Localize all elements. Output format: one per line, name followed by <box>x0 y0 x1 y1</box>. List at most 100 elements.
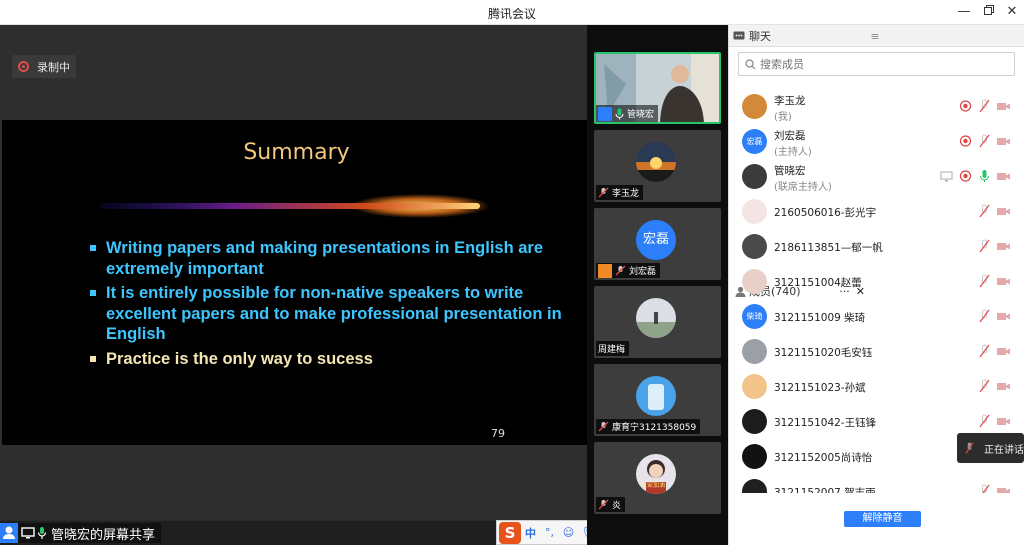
mic-icon <box>37 527 47 539</box>
member-status-icons <box>973 484 1011 493</box>
avatar <box>742 199 767 224</box>
user-icon <box>598 263 612 278</box>
avatar: 宏磊 <box>636 220 676 260</box>
camera-off-icon <box>997 208 1010 215</box>
sogou-logo-icon[interactable]: S <box>499 521 521 544</box>
avatar <box>742 479 767 493</box>
member-row[interactable]: 3121152007 贺志雨 <box>729 474 1024 493</box>
recording-status-icon <box>959 135 972 147</box>
member-name: 刘宏磊 <box>774 130 806 142</box>
member-role: (我) <box>774 112 792 123</box>
tile-name: 管晓宏 <box>627 110 655 120</box>
member-row[interactable]: 3121151023-孙斌 <box>729 369 1024 404</box>
mic-muted-icon <box>598 499 609 510</box>
unmute-button[interactable]: 解除静音 <box>844 511 921 527</box>
video-tile[interactable]: 康育宁3121358059 <box>594 364 721 436</box>
video-tile[interactable]: 管晓宏 <box>594 52 721 124</box>
avatar <box>742 409 767 434</box>
member-status-icons <box>954 134 1011 148</box>
comet-decoration <box>100 194 490 218</box>
member-row[interactable]: 宏磊 刘宏磊 (主持人) <box>729 124 1024 159</box>
speaking-toast: 正在讲话 <box>957 433 1024 463</box>
panel-menu-icon[interactable]: ≡ <box>865 25 885 47</box>
bullet-square-icon <box>90 290 96 296</box>
emoji-icon[interactable]: ☺ <box>559 526 578 539</box>
tile-name-label: 康育宁3121358059 <box>596 419 701 434</box>
tile-name-label: 李玉龙 <box>596 185 644 200</box>
camera-off-icon <box>997 348 1010 355</box>
member-row[interactable]: 柴琦 3121151009 柴琦 <box>729 299 1024 334</box>
panel-tabs: 聊天 成员(740) ··· ✕ ≡ <box>729 25 1024 493</box>
mic-muted-icon <box>615 265 626 276</box>
member-name: 3121151023-孙斌 <box>774 382 866 394</box>
avatar: 五安加油 <box>636 454 676 494</box>
minimize-icon[interactable]: — <box>955 3 973 21</box>
screen-share-icon <box>940 171 953 182</box>
member-role: (联席主持人) <box>774 182 832 193</box>
tile-name-label: 周建梅 <box>596 341 630 356</box>
member-role: (主持人) <box>774 147 812 158</box>
bullet-square-icon <box>90 355 96 362</box>
member-status-icons <box>973 379 1011 393</box>
presentation-slide: Summary Writing papers and making presen… <box>2 120 587 445</box>
user-icon <box>598 106 612 121</box>
camera-off-icon <box>997 313 1010 320</box>
member-name: 3121152007 贺志雨 <box>774 487 876 493</box>
tab-chat[interactable]: 聊天 <box>729 25 865 47</box>
slide-page-number: 79 <box>491 427 505 440</box>
video-tiles-column: 管晓宏 李玉龙 宏磊 刘宏磊 周建梅 康育宁3121358059 五安加油 炎 <box>587 25 728 545</box>
close-window-icon[interactable]: ✕ <box>1003 3 1021 21</box>
mic-muted-icon <box>979 274 990 288</box>
mic-active-icon <box>980 170 989 182</box>
camera-off-icon <box>997 173 1010 180</box>
member-name: 3121152005尚诗怡 <box>774 452 873 464</box>
slide-bullet: Practice is the only way to sucess <box>90 349 570 370</box>
video-tile[interactable]: 宏磊 刘宏磊 <box>594 208 721 280</box>
mic-muted-icon <box>979 134 990 148</box>
video-tile[interactable]: 五安加油 炎 <box>594 442 721 514</box>
member-row[interactable]: 2160506016-彭光宇 <box>729 194 1024 229</box>
camera-off-icon <box>997 103 1010 110</box>
camera-off-icon <box>997 488 1010 493</box>
member-row[interactable]: 管晓宏 (联席主持人) <box>729 159 1024 194</box>
avatar <box>742 164 767 189</box>
member-row[interactable]: 2186113851—郁一帆 <box>729 229 1024 264</box>
slide-bullet: Writing papers and making presentations … <box>90 238 570 279</box>
tile-name-label: 刘宏磊 <box>596 263 661 278</box>
avatar <box>636 376 676 416</box>
member-name: 3121151020毛安钰 <box>774 347 873 359</box>
avatar <box>742 234 767 259</box>
video-tile[interactable]: 李玉龙 <box>594 130 721 202</box>
tile-name: 刘宏磊 <box>629 267 657 277</box>
restore-icon[interactable] <box>980 3 998 21</box>
avatar <box>742 269 767 294</box>
mic-active-icon <box>615 108 624 119</box>
user-icon <box>0 523 18 543</box>
mic-muted-icon <box>979 344 990 358</box>
tile-name-label: 炎 <box>596 497 626 512</box>
member-status-icons <box>973 204 1011 218</box>
search-icon <box>745 58 756 69</box>
member-row[interactable]: 3121151004赵蕾 <box>729 264 1024 299</box>
member-search[interactable] <box>738 52 1015 76</box>
window-title: 腾讯会议 <box>487 7 536 21</box>
search-input[interactable] <box>760 57 1000 71</box>
punctuation-icon[interactable]: °, <box>540 526 559 539</box>
avatar: 柴琦 <box>742 304 767 329</box>
member-row[interactable]: 3121151020毛安钰 <box>729 334 1024 369</box>
member-status-icons <box>973 309 1011 323</box>
mic-muted-icon <box>979 414 990 428</box>
mic-muted-icon <box>965 442 974 454</box>
member-status-icons <box>935 169 1011 183</box>
mic-muted-icon <box>598 187 609 198</box>
member-name: 3121151042-王钰锋 <box>774 417 877 429</box>
screen-share-icon <box>21 527 35 539</box>
ime-mode-toggle[interactable]: 中 <box>521 525 540 541</box>
avatar <box>742 374 767 399</box>
slide-bullet: It is entirely possible for non-native s… <box>90 283 570 345</box>
member-name: 3121151009 柴琦 <box>774 312 866 324</box>
video-tile[interactable]: 周建梅 <box>594 286 721 358</box>
avatar <box>742 339 767 364</box>
speaking-toast-label: 正在讲话 <box>984 444 1024 456</box>
member-row[interactable]: 李玉龙 (我) <box>729 89 1024 124</box>
